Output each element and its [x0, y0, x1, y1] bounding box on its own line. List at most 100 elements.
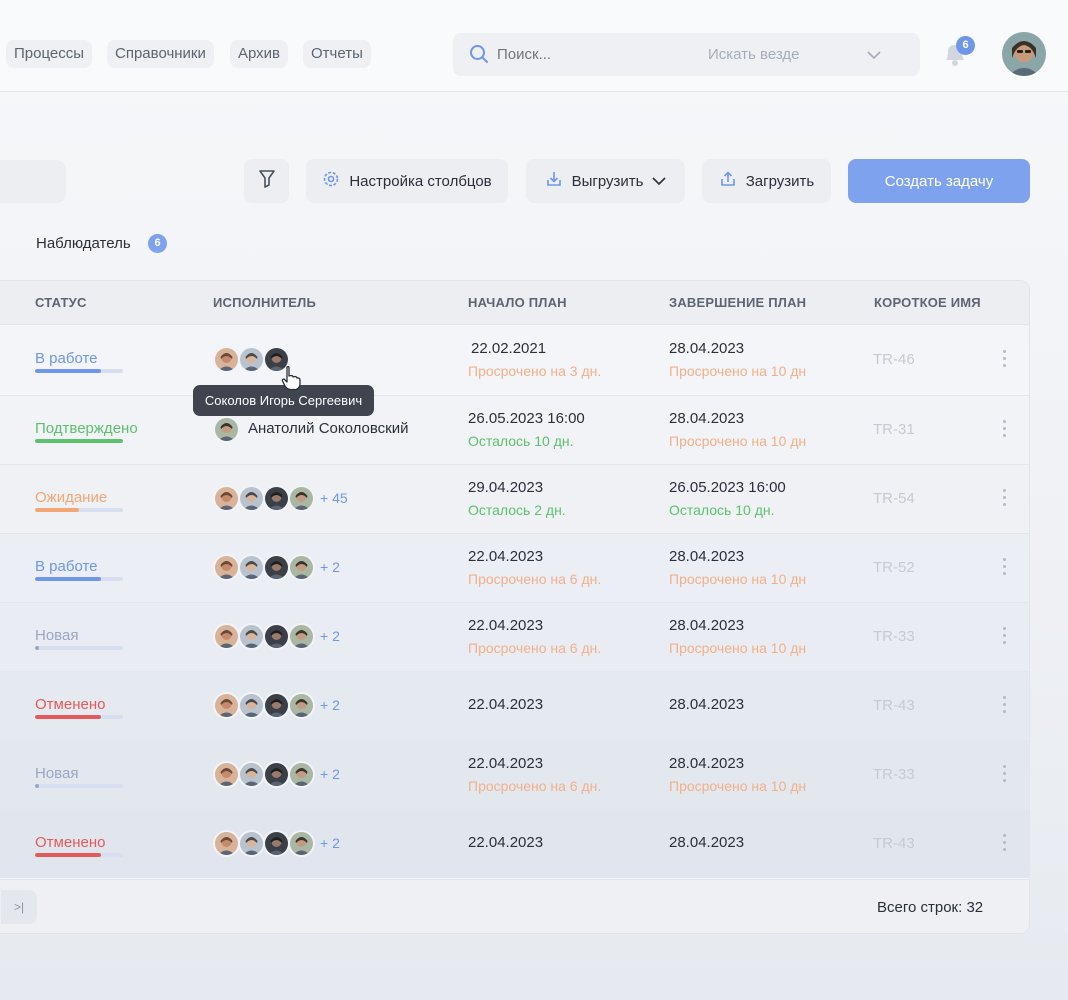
table-row[interactable]: Новая + 2 22.04.2023 Просрочено на 6 дн. 28.… [0, 602, 1029, 671]
end-date: 28.04.2023 [669, 548, 745, 565]
assignee-avatar[interactable] [288, 485, 315, 512]
nav-item-processes[interactable]: Процессы [6, 40, 93, 68]
start-date: 26.05.2023 16:00 [468, 410, 585, 427]
task-search-field[interactable] [0, 160, 66, 203]
short-name: TR-31 [873, 421, 915, 438]
row-menu-icon[interactable] [999, 696, 1009, 716]
end-date-note: Просрочено на 10 дн [669, 363, 807, 379]
hand-cursor-icon [281, 365, 301, 396]
assignee-avatar[interactable] [263, 485, 290, 512]
status-label[interactable]: В работе [35, 558, 98, 575]
gear-icon [322, 170, 340, 192]
tab-observer[interactable]: Наблюдатель [36, 234, 131, 254]
create-task-button[interactable]: Создать задачу [848, 159, 1030, 203]
table-header: СТАТУС ИСПОЛНИТЕЛЬ НАЧАЛО ПЛАН ЗАВЕРШЕНИ… [0, 281, 1029, 325]
table-row[interactable]: Отменено + 2 22.04.2023 28.04.2023 TR-43 [0, 809, 1029, 878]
start-date-note: Просрочено на 6 дн. [468, 640, 602, 656]
assignee-avatar[interactable] [213, 623, 240, 650]
assignee-avatar[interactable] [263, 554, 290, 581]
column-header-start[interactable]: НАЧАЛО ПЛАН [468, 295, 567, 310]
status-label[interactable]: В работе [35, 350, 98, 367]
start-date-note: Просрочено на 6 дн. [468, 778, 602, 794]
more-assignees-count[interactable]: + 2 [320, 697, 340, 713]
export-label: Выгрузить [571, 172, 644, 190]
user-avatar[interactable] [1002, 32, 1046, 76]
column-header-status[interactable]: СТАТУС [35, 295, 87, 310]
row-menu-icon[interactable] [999, 558, 1009, 578]
assignee-avatar[interactable] [238, 554, 265, 581]
status-progress-bar [35, 646, 123, 650]
status-label[interactable]: Новая [35, 765, 78, 782]
total-rows-label: Всего строк: 32 [877, 899, 984, 916]
table-row[interactable]: Подтверждено Анатолий Соколовский 26.05.20… [0, 395, 1029, 464]
assignee-avatar[interactable] [288, 761, 315, 788]
chevron-down-icon[interactable] [867, 48, 881, 66]
status-label[interactable]: Ожидание [35, 489, 107, 506]
row-menu-icon[interactable] [999, 834, 1009, 854]
assignee-avatar[interactable] [213, 692, 240, 719]
assignee-avatar[interactable] [238, 623, 265, 650]
search-scope-select[interactable]: Искать везде [708, 33, 800, 76]
status-label[interactable]: Новая [35, 627, 78, 644]
assignee-avatar[interactable] [238, 346, 265, 373]
table-row[interactable]: Новая + 2 22.04.2023 Просрочено на 6 дн. 28.… [0, 740, 1029, 809]
row-menu-icon[interactable] [999, 627, 1009, 647]
status-progress-bar [35, 369, 123, 373]
export-button[interactable]: Выгрузить [526, 159, 685, 203]
last-page-button[interactable]: >| [1, 890, 37, 924]
more-assignees-count[interactable]: + 2 [320, 559, 340, 575]
notifications-badge: 6 [956, 36, 975, 55]
import-button[interactable]: Загрузить [702, 159, 831, 203]
assignee-avatar[interactable] [263, 830, 290, 857]
status-label[interactable]: Отменено [35, 696, 105, 713]
row-menu-icon[interactable] [999, 420, 1009, 440]
assignee-avatar[interactable] [213, 485, 240, 512]
more-assignees-count[interactable]: + 45 [320, 490, 348, 506]
assignee-avatar[interactable] [263, 761, 290, 788]
table-row[interactable]: В работе 22.02.2021 Просрочено на 3 дн. 28.… [0, 326, 1029, 395]
table-row[interactable]: Отменено + 2 22.04.2023 28.04.2023 TR-43 [0, 671, 1029, 740]
row-menu-icon[interactable] [999, 350, 1009, 370]
assignee-avatar[interactable] [213, 346, 240, 373]
table-row[interactable]: Ожидание + 45 29.04.2023 Осталось 2 дн. 26.0… [0, 464, 1029, 533]
assignee-avatar[interactable] [288, 830, 315, 857]
end-date: 28.04.2023 [669, 696, 745, 713]
row-menu-icon[interactable] [999, 765, 1009, 785]
assignee-avatar[interactable] [238, 485, 265, 512]
end-date-note: Осталось 10 дн. [669, 502, 775, 518]
assignee-avatar[interactable] [213, 830, 240, 857]
assignee-avatar[interactable] [263, 623, 290, 650]
nav-item-archive[interactable]: Архив [230, 40, 289, 68]
filter-button[interactable] [244, 159, 289, 203]
more-assignees-count[interactable]: + 2 [320, 766, 340, 782]
nav-item-references[interactable]: Справочники [107, 40, 214, 68]
assignee-avatar[interactable] [288, 623, 315, 650]
status-label[interactable]: Подтверждено [35, 420, 138, 437]
row-menu-icon[interactable] [999, 489, 1009, 509]
column-header-assignee[interactable]: ИСПОЛНИТЕЛЬ [213, 295, 316, 310]
short-name: TR-43 [873, 697, 915, 714]
assignee-avatar[interactable] [213, 761, 240, 788]
assignee-name: Анатолий Соколовский [248, 420, 409, 437]
assignee-avatar[interactable] [263, 692, 290, 719]
assignee-avatar[interactable] [213, 554, 240, 581]
search-input[interactable] [497, 33, 687, 76]
import-label: Загрузить [745, 172, 815, 190]
upload-icon [719, 170, 737, 192]
status-label[interactable]: Отменено [35, 834, 105, 851]
status-progress-bar [35, 715, 123, 719]
assignee-avatar[interactable] [288, 554, 315, 581]
assignee-avatar[interactable] [238, 692, 265, 719]
assignee-avatar[interactable] [288, 692, 315, 719]
column-header-short-name[interactable]: КОРОТКОЕ ИМЯ [874, 295, 981, 310]
more-assignees-count[interactable]: + 2 [320, 835, 340, 851]
column-header-end[interactable]: ЗАВЕРШЕНИЕ ПЛАН [669, 295, 806, 310]
assignee-avatar[interactable] [238, 761, 265, 788]
column-settings-button[interactable]: Настройка столбцов [306, 159, 508, 203]
assignee-avatar[interactable] [238, 830, 265, 857]
assignee-avatar[interactable] [213, 416, 240, 443]
table-row[interactable]: В работе + 2 22.04.2023 Просрочено на 6 дн.… [0, 533, 1029, 602]
short-name: TR-52 [873, 559, 915, 576]
nav-item-reports[interactable]: Отчеты [303, 40, 371, 68]
more-assignees-count[interactable]: + 2 [320, 628, 340, 644]
